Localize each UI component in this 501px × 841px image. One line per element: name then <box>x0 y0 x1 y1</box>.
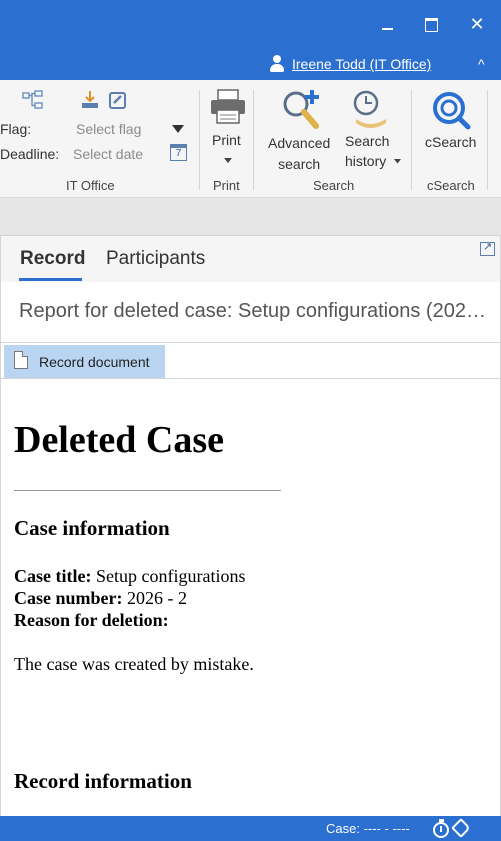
document-title: Report for deleted case: Setup configura… <box>19 300 486 322</box>
deadline-label: Deadline: <box>0 146 60 162</box>
advanced-search-label-1: Advanced <box>268 135 331 151</box>
reason-label: Reason for deletion: <box>14 610 169 630</box>
flag-label: Flag: <box>0 121 32 137</box>
advanced-search-label-2: search <box>278 156 321 172</box>
chevron-down-icon[interactable] <box>224 158 232 164</box>
search-history-icon[interactable] <box>352 89 388 129</box>
document-icon <box>14 351 28 369</box>
ribbon-separator <box>487 90 488 190</box>
search-history-button[interactable]: Search history <box>345 131 389 171</box>
print-button[interactable]: Print <box>212 132 241 148</box>
case-title-value: Setup configurations <box>95 566 246 586</box>
record-document-tab[interactable]: Record document <box>4 345 165 378</box>
group-label-print: Print <box>213 178 240 193</box>
advanced-search-button[interactable]: Advanced search <box>268 133 330 175</box>
csearch-button[interactable]: cSearch <box>425 134 476 150</box>
section-heading-case-information: Case information <box>14 516 170 540</box>
case-number-value: 2026 - 2 <box>127 588 187 608</box>
reason-line: Reason for deletion: <box>14 610 169 631</box>
record-document-label: Record document <box>39 354 150 370</box>
status-bar: Case: ---- - ---- <box>0 816 501 841</box>
user-bar: Ireene Todd (IT Office) ^ <box>0 48 501 80</box>
active-tab-indicator <box>19 278 82 281</box>
tag-icon[interactable] <box>451 818 471 838</box>
maximize-button[interactable] <box>416 10 446 38</box>
case-number-label: Case number: <box>14 588 123 608</box>
case-title-line: Case title: Setup configurations <box>14 566 245 587</box>
divider <box>14 490 281 491</box>
calendar-icon[interactable]: 7 <box>170 144 187 161</box>
case-title-label: Case title: <box>14 566 92 586</box>
document-viewer[interactable]: Deleted Case Case information Case title… <box>1 380 500 816</box>
section-heading-record-information: Record information <box>14 769 192 793</box>
ribbon-separator <box>411 90 412 190</box>
edit-icon[interactable] <box>108 90 128 110</box>
close-button[interactable]: ✕ <box>462 10 492 38</box>
record-panel: Record Participants Report for deleted c… <box>0 236 501 816</box>
case-status-text: Case: ---- - ---- <box>326 821 410 836</box>
search-history-label-2: history <box>345 153 387 169</box>
download-tray-icon[interactable] <box>80 90 100 110</box>
tab-bar: Record Participants <box>1 236 500 282</box>
reason-text: The case was created by mistake. <box>14 654 254 674</box>
ribbon-gap-band <box>0 198 501 236</box>
chevron-up-icon[interactable]: ^ <box>478 56 485 72</box>
flag-select[interactable]: Select flag <box>76 121 141 137</box>
group-label-it-office: IT Office <box>66 178 115 193</box>
hierarchy-icon[interactable] <box>22 90 44 112</box>
chevron-down-icon[interactable] <box>394 159 401 164</box>
user-name-link[interactable]: Ireene Todd (IT Office) <box>292 56 431 72</box>
document-tab-bar: Record document <box>1 342 500 379</box>
printer-icon[interactable] <box>209 89 247 125</box>
case-number-line: Case number: 2026 - 2 <box>14 588 187 609</box>
expand-icon[interactable] <box>480 240 495 256</box>
search-history-label-1: Search <box>345 133 390 149</box>
tab-record[interactable]: Record <box>20 248 85 270</box>
advanced-search-icon[interactable] <box>280 88 324 132</box>
chevron-down-icon[interactable] <box>171 124 185 134</box>
minimize-button[interactable] <box>372 10 402 38</box>
group-label-search: Search <box>313 178 355 193</box>
ribbon: Flag: Select flag Deadline: Select date … <box>0 80 501 198</box>
stopwatch-icon[interactable] <box>433 819 450 838</box>
csearch-icon[interactable] <box>431 90 471 130</box>
ribbon-separator <box>199 90 200 190</box>
ribbon-separator <box>253 90 254 190</box>
document-heading: Deleted Case <box>14 419 224 461</box>
group-label-csearch: cSearch <box>427 178 475 193</box>
deadline-select[interactable]: Select date <box>73 146 143 162</box>
tab-participants[interactable]: Participants <box>106 248 205 270</box>
user-icon <box>270 55 284 73</box>
title-bar: ✕ <box>0 0 501 48</box>
